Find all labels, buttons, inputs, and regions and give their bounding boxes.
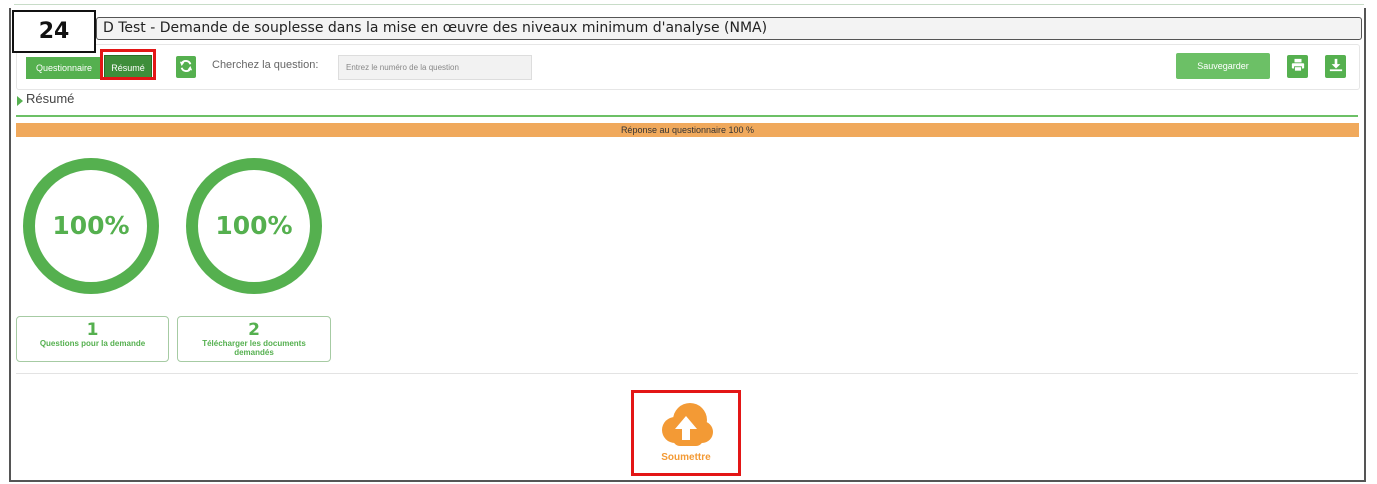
submit-button[interactable]: Soumettre: [638, 396, 734, 470]
download-icon: [1329, 58, 1342, 72]
print-button[interactable]: [1287, 55, 1308, 78]
gauge-percent: 100%: [52, 211, 130, 240]
question-search-input[interactable]: Entrez le numéro de la question: [338, 55, 532, 80]
top-rule: [14, 4, 1364, 5]
questionnaire-button[interactable]: Questionnaire: [26, 57, 102, 79]
search-label: Cherchez la question:: [212, 59, 319, 71]
cloud-upload-icon: [662, 403, 713, 446]
step-card-questions[interactable]: 1 Questions pour la demande: [16, 316, 169, 362]
step-number: 2: [248, 320, 260, 340]
summary-heading: Résumé: [26, 91, 75, 106]
completion-gauge-1: 100%: [23, 158, 159, 294]
gauge-percent: 100%: [215, 211, 293, 240]
content-divider: [16, 373, 1358, 374]
step-card-documents[interactable]: 2 Télécharger les documents demandés: [177, 316, 331, 362]
section-divider: [16, 115, 1358, 117]
step-label: Questions pour la demande: [39, 339, 146, 348]
completion-gauge-2: 100%: [186, 158, 322, 294]
step-number: 1: [86, 320, 99, 340]
page-number-badge: 24: [12, 10, 96, 53]
step-label: Télécharger les documents demandés: [202, 339, 306, 357]
window-title: D Test - Demande de souplesse dans la mi…: [96, 17, 1362, 40]
download-button[interactable]: [1325, 55, 1346, 78]
resume-highlight-box: [100, 49, 156, 80]
section-collapse-arrow-icon[interactable]: [17, 96, 23, 106]
refresh-button[interactable]: [176, 56, 196, 78]
submit-label: Soumettre: [661, 452, 711, 463]
save-button[interactable]: Sauvegarder: [1176, 53, 1270, 79]
refresh-icon: [179, 59, 193, 73]
questionnaire-progress-bar: Réponse au questionnaire 100 %: [16, 123, 1359, 137]
print-icon: [1291, 58, 1304, 72]
